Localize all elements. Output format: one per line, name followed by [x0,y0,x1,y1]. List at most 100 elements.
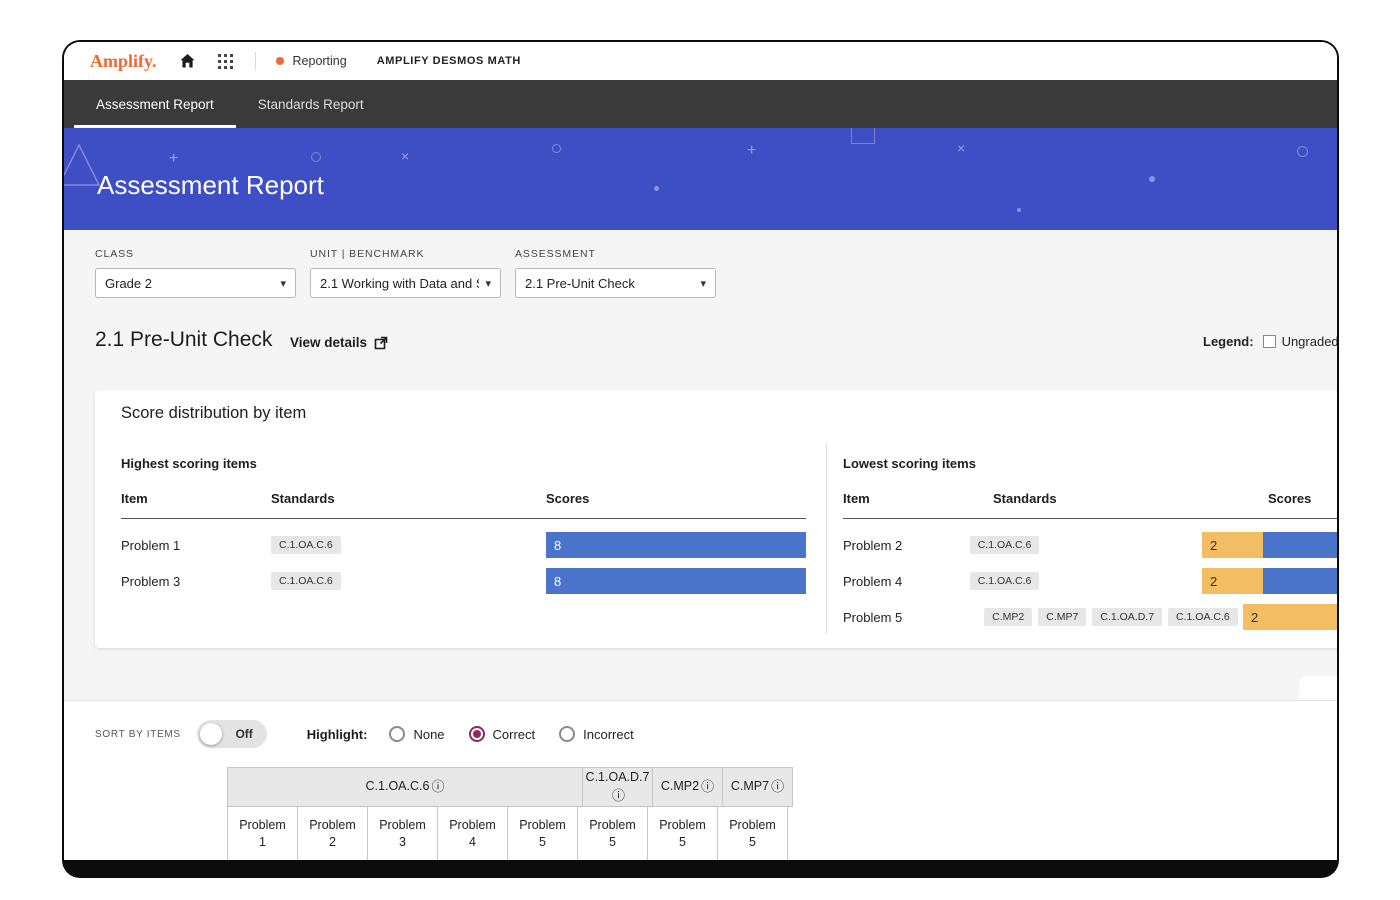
home-icon[interactable] [179,53,196,69]
item-label: Problem 5 [843,610,984,625]
radio-correct[interactable]: Correct [469,726,536,742]
score-bar: 2 [1243,604,1337,630]
external-link-icon [374,336,388,350]
score-distribution-card: Score distribution by item Highest scori… [95,390,1337,648]
standard-label: C.MP7 [731,779,769,795]
col-item: Item [843,491,993,506]
highest-scoring-section: Highest scoring items Item Standards Sco… [121,456,806,599]
item-label: Problem 2 [843,538,970,553]
item-label: Problem 1 [121,538,271,553]
assessment-label: ASSESSMENT [515,248,716,260]
top-bar: Amplify. Reporting AMPLIFY DESMOS MATH [64,42,1337,80]
app-window: Amplify. Reporting AMPLIFY DESMOS MATH [62,40,1339,878]
radio-correct-label: Correct [493,727,536,742]
tab-standards-report[interactable]: Standards Report [236,80,386,128]
score-bar [1263,568,1337,594]
decor-circle [311,152,321,162]
filter-assessment: ASSESSMENT 2.1 Pre-Unit Check ▾ [515,248,716,298]
reporting-dot-icon [276,57,284,65]
view-details-label: View details [290,335,367,350]
standard-group-header: C.MP7 ⓘ [722,767,793,807]
view-details-link[interactable]: View details [290,335,388,350]
table-row: Problem 5 C.MP2 C.MP7 C.1.OA.D.7 C.1.OA.… [843,599,1337,635]
assessment-select[interactable]: 2.1 Pre-Unit Check ▾ [515,268,716,298]
report-content: CLASS Grade 2 ▾ UNIT | BENCHMARK 2.1 Wor… [64,230,1337,860]
radio-none[interactable]: None [389,726,444,742]
decor-x [401,148,409,166]
standard-group-header: C.1.OA.C.6 ⓘ [227,767,583,807]
problem-header-cell: Problem 3 [367,806,438,860]
problem-header-cell: Problem 1 [227,806,298,860]
standards-header-row: C.1.OA.C.6 ⓘ C.1.OA.D.7 ⓘ C.MP2 ⓘ C.MP [227,767,793,807]
caret-down-icon: ▾ [280,277,286,290]
caret-down-icon: ▾ [700,277,706,290]
col-item: Item [121,491,271,506]
score-bar: 2 [1202,568,1263,594]
table-panel-corner [1299,676,1337,700]
class-select[interactable]: Grade 2 ▾ [95,268,296,298]
report-nav: Assessment Report Standards Report [64,80,1337,128]
hero-banner: Assessment Report [64,128,1337,230]
table-row: Problem 1 C.1.OA.C.6 8 [121,527,806,563]
sort-by-items-label: SORT BY ITEMS [95,729,181,740]
unit-label: UNIT | BENCHMARK [310,248,501,260]
standard-label: C.MP2 [661,779,699,795]
info-icon[interactable]: ⓘ [431,779,444,795]
sort-by-items-toggle[interactable]: Off [197,720,267,748]
standard-label: C.1.OA.D.7 [586,770,650,786]
amplify-logo[interactable]: Amplify. [90,51,157,72]
problem-header-cell: Problem 5 [577,806,648,860]
problem-header-cell: Problem 2 [297,806,368,860]
card-title: Score distribution by item [121,404,306,423]
filter-class: CLASS Grade 2 ▾ [95,248,296,298]
table-row: Problem 4 C.1.OA.C.6 2 [843,563,1337,599]
highest-title: Highest scoring items [121,456,806,471]
filter-unit: UNIT | BENCHMARK 2.1 Working with Data a… [310,248,501,298]
item-label: Problem 4 [843,574,970,589]
tab-assessment-report[interactable]: Assessment Report [74,80,236,128]
radio-incorrect-label: Incorrect [583,727,634,742]
score-value: 8 [554,574,561,589]
highlight-label: Highlight: [307,727,368,742]
col-standards: Standards [271,491,546,506]
problem-label: Problem 4 [446,817,500,851]
reporting-link[interactable]: Reporting [293,54,347,68]
info-icon[interactable]: ⓘ [771,779,784,795]
decor-dot [1149,176,1155,182]
col-scores: Scores [546,491,806,506]
table-header: Item Standards Scores [843,491,1337,519]
product-label: AMPLIFY DESMOS MATH [377,55,521,67]
score-value: 8 [554,538,561,553]
standard-chip: C.1.OA.C.6 [970,572,1040,590]
score-value: 2 [1210,538,1217,553]
class-value: Grade 2 [105,276,152,291]
decor-plus [747,142,756,160]
problem-header-cell: Problem 5 [717,806,788,860]
topbar-divider [255,52,256,70]
legend: Legend: Ungraded [1203,334,1337,349]
assessment-value: 2.1 Pre-Unit Check [525,276,635,291]
problem-header-cell: Problem 5 [507,806,578,860]
table-row: Problem 3 C.1.OA.C.6 8 [121,563,806,599]
card-divider [826,442,827,634]
decor-dot [654,186,659,191]
info-icon[interactable]: ⓘ [701,779,714,795]
page-title: Assessment Report [97,170,324,201]
toggle-knob [200,723,222,745]
info-icon[interactable]: ⓘ [612,788,625,804]
radio-none-label: None [413,727,444,742]
decor-dot [1017,208,1021,212]
standard-group-header: C.1.OA.D.7 ⓘ [582,767,653,807]
apps-grid-icon[interactable] [218,54,233,69]
col-standards: Standards [993,491,1268,506]
unit-select[interactable]: 2.1 Working with Data and Sol ▾ [310,268,501,298]
problem-label: Problem 5 [726,817,780,851]
standard-chip: C.MP7 [1038,608,1086,626]
problem-label: Problem 1 [236,817,290,851]
lowest-title: Lowest scoring items [843,456,1337,471]
decor-x [957,140,965,158]
score-bar: 2 [1202,532,1263,558]
standard-chip: C.1.OA.C.6 [1168,608,1238,626]
radio-incorrect[interactable]: Incorrect [559,726,634,742]
score-bar: 8 [546,568,806,594]
